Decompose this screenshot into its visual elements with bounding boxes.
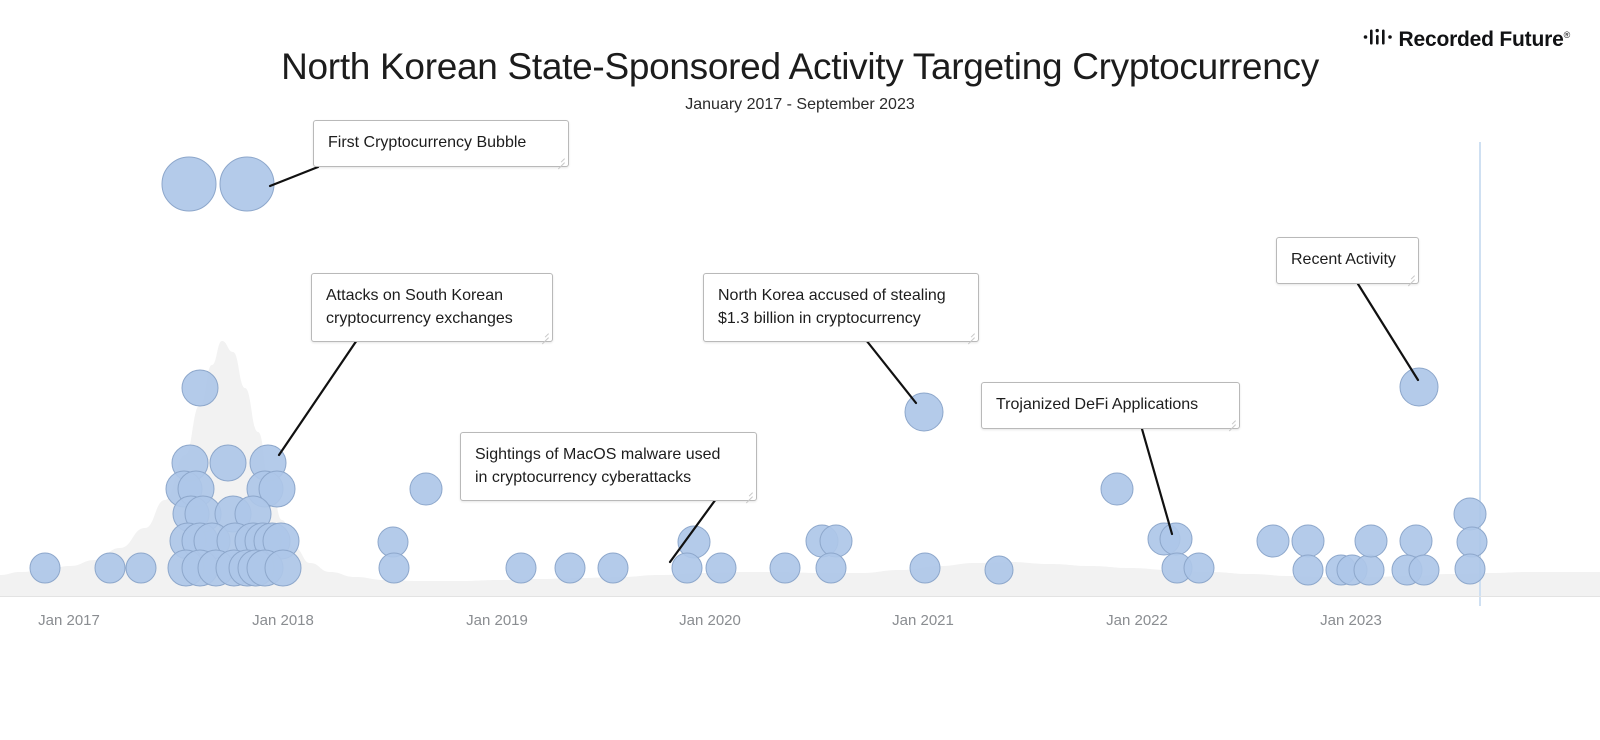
resize-grip-icon[interactable] [556, 154, 565, 163]
event-bubble[interactable] [181, 369, 219, 407]
event-bubble[interactable] [264, 549, 302, 587]
resize-grip-icon[interactable] [1227, 416, 1236, 425]
leader-line-first-crypto-bubble [268, 165, 320, 188]
event-bubble[interactable] [1354, 524, 1388, 558]
leader-line-trojanized-defi-applications [1140, 427, 1174, 536]
time-axis-line [0, 596, 1600, 597]
callout-label: Recent Activity [1291, 251, 1396, 268]
event-bubble[interactable] [125, 552, 157, 584]
event-bubble[interactable] [29, 552, 61, 584]
axis-tick-jan-2017: Jan 2017 [38, 612, 100, 629]
event-bubble[interactable] [1399, 367, 1439, 407]
axis-tick-jan-2021: Jan 2021 [892, 612, 954, 629]
event-bubble[interactable] [1453, 497, 1487, 531]
callout-first-crypto-bubble[interactable]: First Cryptocurrency Bubble [313, 120, 569, 167]
event-bubble[interactable] [378, 552, 410, 584]
event-bubble[interactable] [505, 552, 537, 584]
resize-grip-icon[interactable] [966, 329, 975, 338]
event-bubble[interactable] [1183, 552, 1215, 584]
callout-label: Trojanized DeFi Applications [996, 396, 1199, 413]
event-bubble[interactable] [815, 552, 847, 584]
event-bubble[interactable] [769, 552, 801, 584]
event-bubble[interactable] [377, 526, 409, 558]
callout-label: North Korea accused of stealing $1.3 bil… [718, 287, 946, 328]
event-bubble[interactable] [554, 552, 586, 584]
callout-north-korea-1-3-billion[interactable]: North Korea accused of stealing $1.3 bil… [703, 273, 979, 343]
event-bubble[interactable] [1159, 522, 1193, 556]
event-bubble[interactable] [671, 552, 703, 584]
event-bubble[interactable] [1292, 554, 1324, 586]
event-bubble[interactable] [94, 552, 126, 584]
callout-label: Sightings of MacOS malware used in crypt… [475, 446, 721, 487]
event-bubble[interactable] [161, 156, 217, 212]
leader-line-north-korea-1-3-billion [864, 338, 918, 405]
axis-tick-jan-2018: Jan 2018 [252, 612, 314, 629]
callout-label: First Cryptocurrency Bubble [328, 134, 527, 151]
event-bubble[interactable] [819, 524, 853, 558]
event-bubble[interactable] [1291, 524, 1325, 558]
callout-trojanized-defi-applications[interactable]: Trojanized DeFi Applications [981, 382, 1240, 429]
resize-grip-icon[interactable] [540, 329, 549, 338]
event-bubble[interactable] [984, 555, 1014, 585]
event-bubble[interactable] [597, 552, 629, 584]
axis-tick-jan-2023: Jan 2023 [1320, 612, 1382, 629]
event-bubble[interactable] [1399, 524, 1433, 558]
timeline-bubble-chart [0, 0, 1600, 740]
callout-attacks-south-korean-exchanges[interactable]: Attacks on South Korean cryptocurrency e… [311, 273, 553, 343]
leader-line-attacks-south-korean-exchanges [277, 338, 359, 457]
axis-tick-jan-2019: Jan 2019 [466, 612, 528, 629]
callout-label: Attacks on South Korean cryptocurrency e… [326, 287, 513, 328]
event-bubble[interactable] [209, 444, 247, 482]
resize-grip-icon[interactable] [744, 488, 753, 497]
event-bubble[interactable] [904, 392, 944, 432]
event-bubble[interactable] [1454, 553, 1486, 585]
callout-leader-lines [268, 165, 1420, 564]
callout-recent-activity[interactable]: Recent Activity [1276, 237, 1419, 284]
event-bubble[interactable] [409, 472, 443, 506]
callout-macos-malware-sightings[interactable]: Sightings of MacOS malware used in crypt… [460, 432, 757, 502]
leader-line-recent-activity [1356, 282, 1420, 382]
bubble-layer [29, 156, 1488, 587]
event-bubble[interactable] [909, 552, 941, 584]
event-bubble[interactable] [1353, 554, 1385, 586]
axis-tick-jan-2020: Jan 2020 [679, 612, 741, 629]
event-bubble[interactable] [1100, 472, 1134, 506]
axis-tick-jan-2022: Jan 2022 [1106, 612, 1168, 629]
event-bubble[interactable] [1256, 524, 1290, 558]
event-bubble[interactable] [219, 156, 275, 212]
event-bubble[interactable] [705, 552, 737, 584]
event-bubble[interactable] [1408, 554, 1440, 586]
infographic-canvas: Recorded Future® North Korean State-Spon… [0, 0, 1600, 740]
event-bubble[interactable] [1456, 526, 1488, 558]
resize-grip-icon[interactable] [1406, 271, 1415, 280]
